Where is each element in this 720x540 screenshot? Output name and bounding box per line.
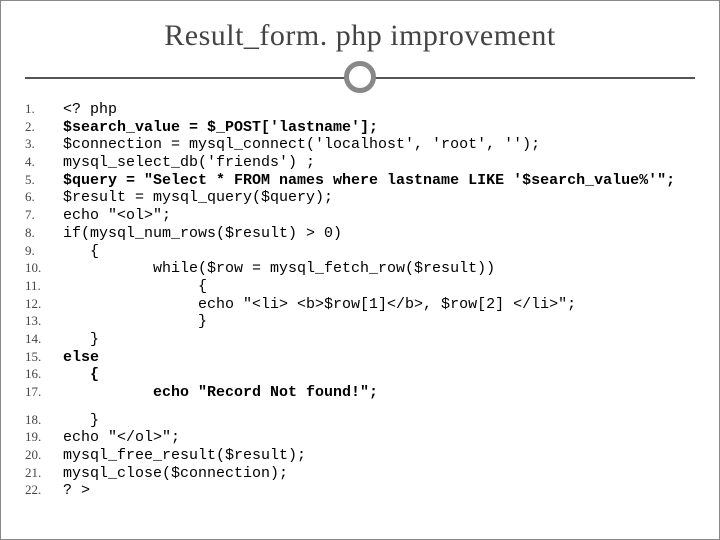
code-line: 17. echo "Record Not found!"; [25, 384, 695, 402]
title-divider [25, 59, 695, 95]
code-line: 22.? > [25, 482, 695, 500]
code-text: $search_value = $_POST['lastname']; [63, 119, 378, 137]
line-number: 21. [25, 465, 63, 480]
code-text: echo "<li> <b>$row[1]</b>, $row[2] </li>… [63, 296, 576, 314]
code-text: mysql_close($connection); [63, 465, 288, 483]
code-line: 14. } [25, 331, 695, 349]
line-number: 18. [25, 412, 63, 427]
line-number: 13. [25, 313, 63, 328]
code-text: } [63, 331, 99, 349]
line-number: 10. [25, 260, 63, 275]
line-number: 17. [25, 384, 63, 399]
line-number: 3. [25, 136, 63, 151]
line-number: 12. [25, 296, 63, 311]
code-line: 2.$search_value = $_POST['lastname']; [25, 119, 695, 137]
code-line: 13. } [25, 313, 695, 331]
code-line: 7.echo "<ol>"; [25, 207, 695, 225]
line-number: 4. [25, 154, 63, 169]
code-line: 19.echo "</ol>"; [25, 429, 695, 447]
code-line: 8.if(mysql_num_rows($result) > 0) [25, 225, 695, 243]
code-area: 1.<? php2.$search_value = $_POST['lastna… [25, 101, 695, 500]
code-text: echo "<ol>"; [63, 207, 171, 225]
code-line: 1.<? php [25, 101, 695, 119]
line-number: 15. [25, 349, 63, 364]
code-line: 16. { [25, 366, 695, 384]
code-text: { [63, 243, 99, 261]
code-line: 4.mysql_select_db('friends') ; [25, 154, 695, 172]
code-line: 11. { [25, 278, 695, 296]
code-block-1: 1.<? php2.$search_value = $_POST['lastna… [25, 101, 695, 402]
code-text: $query = "Select * FROM names where last… [63, 172, 675, 190]
page-title: Result_form. php improvement [25, 19, 695, 53]
line-number: 2. [25, 119, 63, 134]
code-line: 10. while($row = mysql_fetch_row($result… [25, 260, 695, 278]
code-text: if(mysql_num_rows($result) > 0) [63, 225, 342, 243]
code-text: $result = mysql_query($query); [63, 189, 333, 207]
line-number: 7. [25, 207, 63, 222]
line-number: 16. [25, 366, 63, 381]
code-line: 20.mysql_free_result($result); [25, 447, 695, 465]
code-line: 15.else [25, 349, 695, 367]
code-text: mysql_free_result($result); [63, 447, 306, 465]
code-line: 5.$query = "Select * FROM names where la… [25, 172, 695, 190]
code-text: { [63, 366, 99, 384]
line-number: 9. [25, 243, 63, 258]
code-text: { [63, 278, 207, 296]
code-line: 18. } [25, 412, 695, 430]
code-line: 12. echo "<li> <b>$row[1]</b>, $row[2] <… [25, 296, 695, 314]
code-text: } [63, 412, 99, 430]
code-block-2: 18. }19.echo "</ol>";20.mysql_free_resul… [25, 412, 695, 500]
line-number: 14. [25, 331, 63, 346]
code-text: <? php [63, 101, 117, 119]
code-text: echo "Record Not found!"; [63, 384, 378, 402]
code-text: $connection = mysql_connect('localhost',… [63, 136, 540, 154]
code-line: 9. { [25, 243, 695, 261]
slide: Result_form. php improvement 1.<? php2.$… [0, 0, 720, 540]
code-text: ? > [63, 482, 90, 500]
code-text: echo "</ol>"; [63, 429, 180, 447]
code-line: 21.mysql_close($connection); [25, 465, 695, 483]
code-text: mysql_select_db('friends') ; [63, 154, 315, 172]
code-text: while($row = mysql_fetch_row($result)) [63, 260, 495, 278]
line-number: 22. [25, 482, 63, 497]
code-line: 3.$connection = mysql_connect('localhost… [25, 136, 695, 154]
code-line: 6.$result = mysql_query($query); [25, 189, 695, 207]
code-text: } [63, 313, 207, 331]
line-number: 6. [25, 189, 63, 204]
divider-circle-icon [344, 61, 376, 93]
line-number: 1. [25, 101, 63, 116]
line-number: 11. [25, 278, 63, 293]
code-text: else [63, 349, 99, 367]
line-number: 8. [25, 225, 63, 240]
line-number: 5. [25, 172, 63, 187]
line-number: 19. [25, 429, 63, 444]
line-number: 20. [25, 447, 63, 462]
